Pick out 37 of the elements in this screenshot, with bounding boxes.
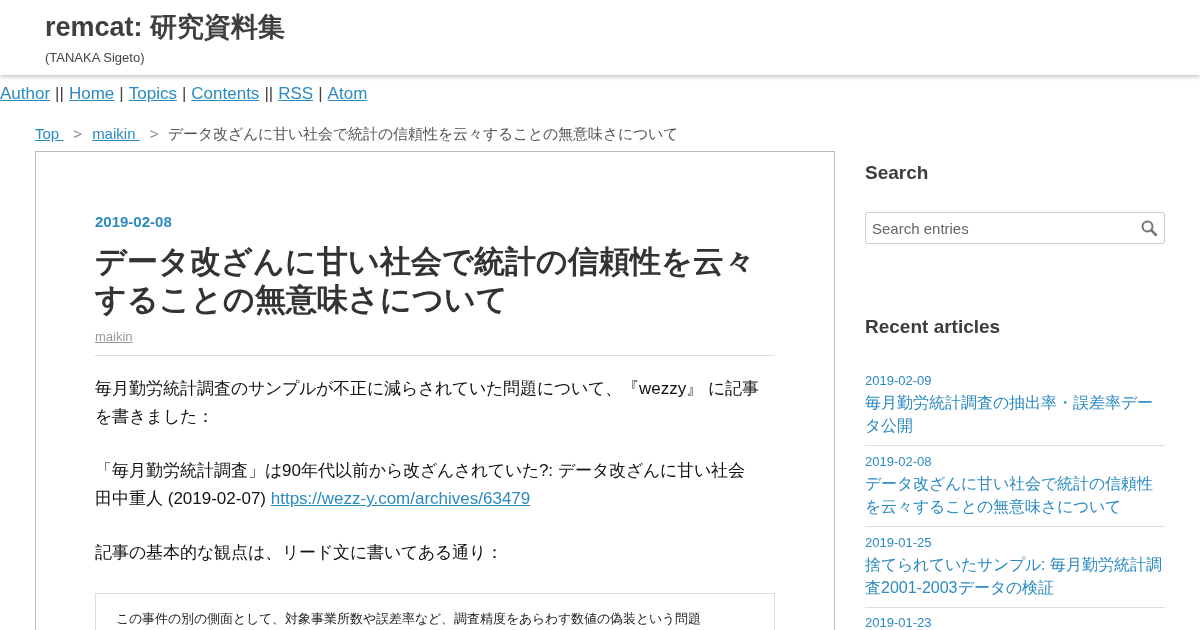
breadcrumb-separator: > <box>73 125 83 143</box>
recent-article-date: 2019-02-09 <box>865 373 932 389</box>
nav-link[interactable]: Author <box>0 84 51 104</box>
article-link[interactable]: https://wezz-y.com/archives/63479 <box>270 489 531 508</box>
nav-link[interactable]: Contents <box>191 84 260 104</box>
search-field[interactable]: Search entries <box>865 212 1165 244</box>
quote-text: この事件の別の側面として、対象事業所数や誤差率など、調査精度をあらわす数値の偽装という問題 <box>116 610 701 628</box>
site-subtitle: (TANAKA Sigeto) <box>45 50 145 66</box>
nav-separator: || <box>264 84 274 104</box>
nav-separator: | <box>119 84 124 104</box>
nav-link[interactable]: RSS <box>278 84 314 104</box>
category-link[interactable]: maikin <box>95 329 133 345</box>
search-icon[interactable] <box>1141 220 1157 236</box>
nav-separator: || <box>55 84 64 104</box>
nav-separator: | <box>318 84 323 104</box>
article-paragraph: 毎月勤労統計調査のサンプルが不正に減らされていた問題について、『wezzy』 に記事を書きました： <box>95 378 760 428</box>
breadcrumb-current: データ改ざんに甘い社会で統計の信頼性を云々することの無意味さについて <box>168 125 679 143</box>
nav-link[interactable]: Topics <box>128 84 177 104</box>
nav-link[interactable]: Atom <box>327 84 368 104</box>
recent-article-date: 2019-02-08 <box>865 454 932 470</box>
breadcrumb-separator: > <box>149 125 159 143</box>
article-paragraph: 記事の基本的な観点は、リード文に書いてある通り： <box>95 542 504 564</box>
nav-link[interactable]: Home <box>68 84 115 104</box>
site-title: remcat: 研究資料集 <box>45 11 286 44</box>
breadcrumb-link[interactable]: maikin <box>92 125 140 143</box>
recent-article-link[interactable]: データ改ざんに甘い社会で統計の信頼性を云々することの無意味さについて <box>865 472 1165 518</box>
article-title: データ改ざんに甘い社会で統計の信頼性を云々することの無意味さについて <box>95 243 756 319</box>
recent-article-date: 2019-01-23 <box>865 615 932 630</box>
recent-article-link[interactable]: 捨てられていたサンプル: 毎月勤労統計調査2001-2003データの検証 <box>865 553 1165 599</box>
nav-separator: | <box>181 84 187 104</box>
recent-heading: Recent articles <box>865 316 1001 338</box>
search-heading: Search <box>865 162 929 184</box>
recent-article-link[interactable]: 毎月勤労統計調査の抽出率・誤差率データ公開 <box>865 391 1165 437</box>
citation-paragraph: 「毎月勤労統計調査」は90年代以前から改ざんされていた?: データ改ざんに甘い社会 田中重人 (2019-02-07) https://wezz-y.com/archives/63479 <box>95 460 746 510</box>
breadcrumb-link[interactable]: Top <box>35 125 64 143</box>
article-date[interactable]: 2019-02-08 <box>95 213 172 231</box>
recent-article-date: 2019-01-25 <box>865 535 932 551</box>
